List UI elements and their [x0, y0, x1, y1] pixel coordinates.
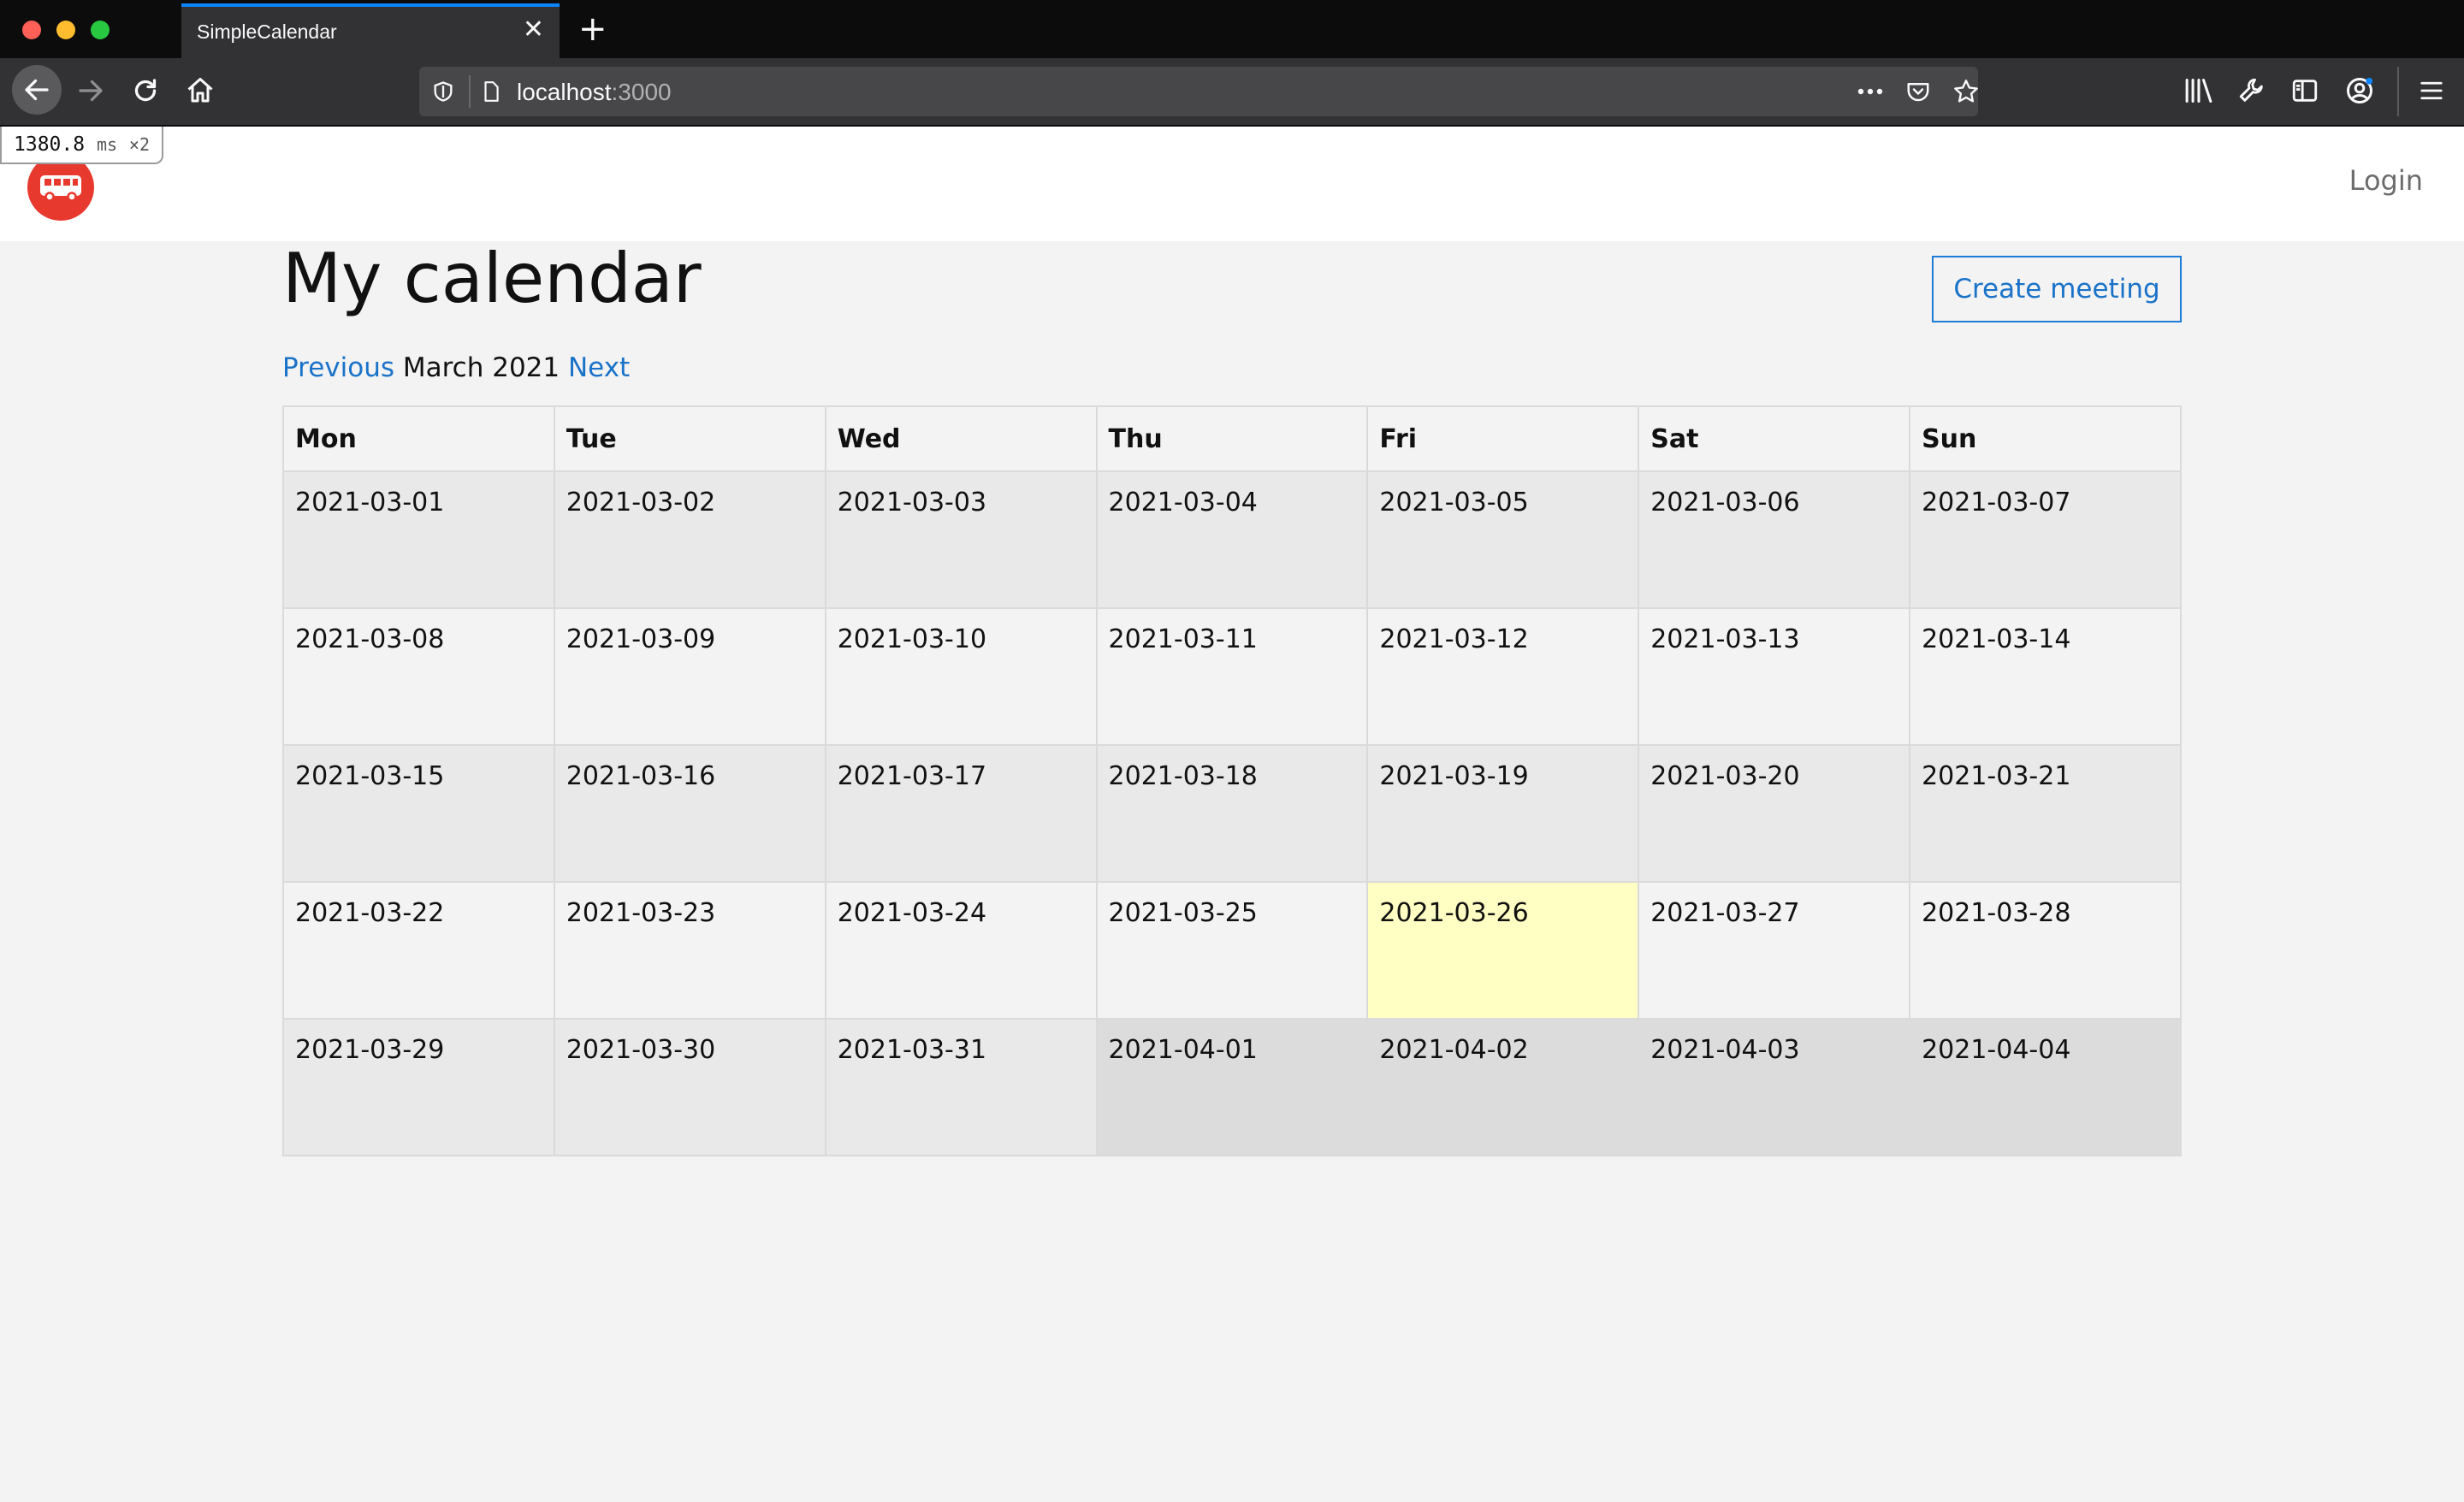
perf-multiplier: ×2 [128, 134, 150, 155]
calendar-day-cell[interactable]: 2021-03-28 [1909, 881, 2182, 1020]
site-header: Login [0, 127, 2464, 241]
calendar-day-cell[interactable]: 2021-03-13 [1638, 607, 1911, 746]
browser-nav-bar: localhost:3000 [0, 58, 2464, 127]
calendar-day-cell[interactable]: 2021-03-06 [1638, 470, 1911, 609]
hamburger-menu-icon[interactable] [2411, 70, 2452, 111]
calendar-day-cell[interactable]: 2021-03-16 [553, 744, 826, 883]
calendar-day-cell[interactable]: 2021-03-04 [1095, 470, 1369, 609]
window-zoom-button[interactable] [91, 21, 110, 39]
library-icon[interactable] [2178, 70, 2219, 111]
calendar-day-cell[interactable]: 2021-03-18 [1095, 744, 1369, 883]
calendar-day-cell[interactable]: 2021-03-15 [282, 744, 555, 883]
calendar-day-cell-today[interactable]: 2021-03-26 [1366, 881, 1640, 1020]
weekday-header: Thu [1095, 405, 1369, 472]
calendar-day-cell[interactable]: 2021-03-07 [1909, 470, 2182, 609]
calendar-day-cell[interactable]: 2021-03-25 [1095, 881, 1369, 1020]
calendar-day-cell[interactable]: 2021-03-21 [1909, 744, 2182, 883]
calendar-day-cell[interactable]: 2021-03-30 [553, 1018, 826, 1156]
login-link[interactable]: Login [2349, 164, 2423, 197]
calendar-day-cell[interactable]: 2021-03-08 [282, 607, 555, 746]
back-arrow-icon[interactable] [12, 65, 62, 115]
calendar-day-cell[interactable]: 2021-03-11 [1095, 607, 1369, 746]
month-navigation: Previous March 2021 Next [282, 352, 630, 383]
previous-month-link[interactable]: Previous [282, 352, 394, 383]
calendar-week-row: 2021-03-15 2021-03-16 2021-03-17 2021-03… [282, 744, 2182, 883]
next-month-link[interactable]: Next [568, 352, 630, 383]
weekday-header: Tue [553, 405, 826, 472]
sidebar-icon[interactable] [2284, 70, 2325, 111]
calendar-day-cell[interactable]: 2021-03-02 [553, 470, 826, 609]
home-icon[interactable] [180, 70, 221, 111]
weekday-header: Fri [1366, 405, 1640, 472]
calendar-day-cell[interactable]: 2021-03-31 [824, 1018, 1098, 1156]
new-tab-icon[interactable]: + [578, 12, 607, 46]
browser-tab-bar: SimpleCalendar ✕ + [0, 0, 2464, 58]
current-month-label: March 2021 [402, 352, 560, 383]
calendar-day-cell[interactable]: 2021-03-20 [1638, 744, 1911, 883]
perf-value: 1380.8 [14, 133, 86, 156]
calendar-week-row: 2021-03-22 2021-03-23 2021-03-24 2021-03… [282, 881, 2182, 1020]
window-close-button[interactable] [22, 21, 41, 39]
weekday-header: Wed [824, 405, 1098, 472]
url-port: :3000 [611, 79, 672, 105]
calendar-week-row: 2021-03-29 2021-03-30 2021-03-31 2021-04… [282, 1018, 2182, 1156]
calendar-day-cell[interactable]: 2021-03-23 [553, 881, 826, 1020]
forward-arrow-icon[interactable] [70, 70, 111, 111]
weekday-header-row: Mon Tue Wed Thu Fri Sat Sun [282, 405, 2182, 472]
bookmark-star-icon[interactable] [1952, 78, 1980, 105]
weekday-header: Sun [1909, 405, 2182, 472]
calendar-day-cell[interactable]: 2021-03-10 [824, 607, 1098, 746]
weekday-header: Sat [1638, 405, 1911, 472]
url-bar[interactable]: localhost:3000 [419, 67, 1978, 116]
page-icon [477, 78, 505, 105]
calendar-week-row: 2021-03-08 2021-03-09 2021-03-10 2021-03… [282, 607, 2182, 746]
weekday-header: Mon [282, 405, 555, 472]
url-text[interactable]: localhost:3000 [517, 79, 672, 106]
calendar-day-cell[interactable]: 2021-03-01 [282, 470, 555, 609]
tab-title: SimpleCalendar [197, 21, 337, 43]
toolbar-divider [2397, 67, 2399, 116]
calendar-day-cell[interactable]: 2021-03-24 [824, 881, 1098, 1020]
calendar-day-cell[interactable]: 2021-03-14 [1909, 607, 2182, 746]
reload-icon[interactable] [125, 70, 166, 111]
calendar-day-cell[interactable]: 2021-03-29 [282, 1018, 555, 1156]
perf-unit: ms [96, 134, 118, 155]
url-host: localhost [517, 79, 612, 105]
create-meeting-button[interactable]: Create meeting [1932, 256, 2182, 322]
calendar-day-cell-next-month[interactable]: 2021-04-04 [1909, 1018, 2182, 1156]
calendar-day-cell[interactable]: 2021-03-05 [1366, 470, 1640, 609]
page-title: My calendar [282, 239, 702, 318]
calendar-day-cell[interactable]: 2021-03-22 [282, 881, 555, 1020]
calendar-day-cell-next-month[interactable]: 2021-04-03 [1638, 1018, 1911, 1156]
calendar-day-cell-next-month[interactable]: 2021-04-02 [1366, 1018, 1640, 1156]
close-tab-icon[interactable]: ✕ [523, 17, 544, 43]
calendar-week-row: 2021-03-01 2021-03-02 2021-03-03 2021-03… [282, 470, 2182, 609]
calendar-day-cell[interactable]: 2021-03-27 [1638, 881, 1911, 1020]
calendar-day-cell[interactable]: 2021-03-12 [1366, 607, 1640, 746]
browser-tab[interactable]: SimpleCalendar ✕ [181, 3, 560, 58]
calendar-day-cell[interactable]: 2021-03-09 [553, 607, 826, 746]
more-actions-icon[interactable] [1857, 78, 1884, 105]
perf-badge: 1380.8 ms ×2 [0, 127, 163, 164]
calendar-day-cell[interactable]: 2021-03-03 [824, 470, 1098, 609]
pocket-icon[interactable] [1904, 78, 1932, 105]
calendar-day-cell-next-month[interactable]: 2021-04-01 [1095, 1018, 1369, 1156]
url-divider [469, 75, 471, 108]
shield-icon[interactable] [429, 78, 457, 105]
wrench-icon[interactable] [2231, 70, 2272, 111]
calendar-day-cell[interactable]: 2021-03-19 [1366, 744, 1640, 883]
window-minimize-button[interactable] [56, 21, 75, 39]
calendar-table: Mon Tue Wed Thu Fri Sat Sun 2021-03-01 2… [282, 405, 2182, 1156]
account-icon[interactable] [2339, 70, 2380, 111]
calendar-day-cell[interactable]: 2021-03-17 [824, 744, 1098, 883]
